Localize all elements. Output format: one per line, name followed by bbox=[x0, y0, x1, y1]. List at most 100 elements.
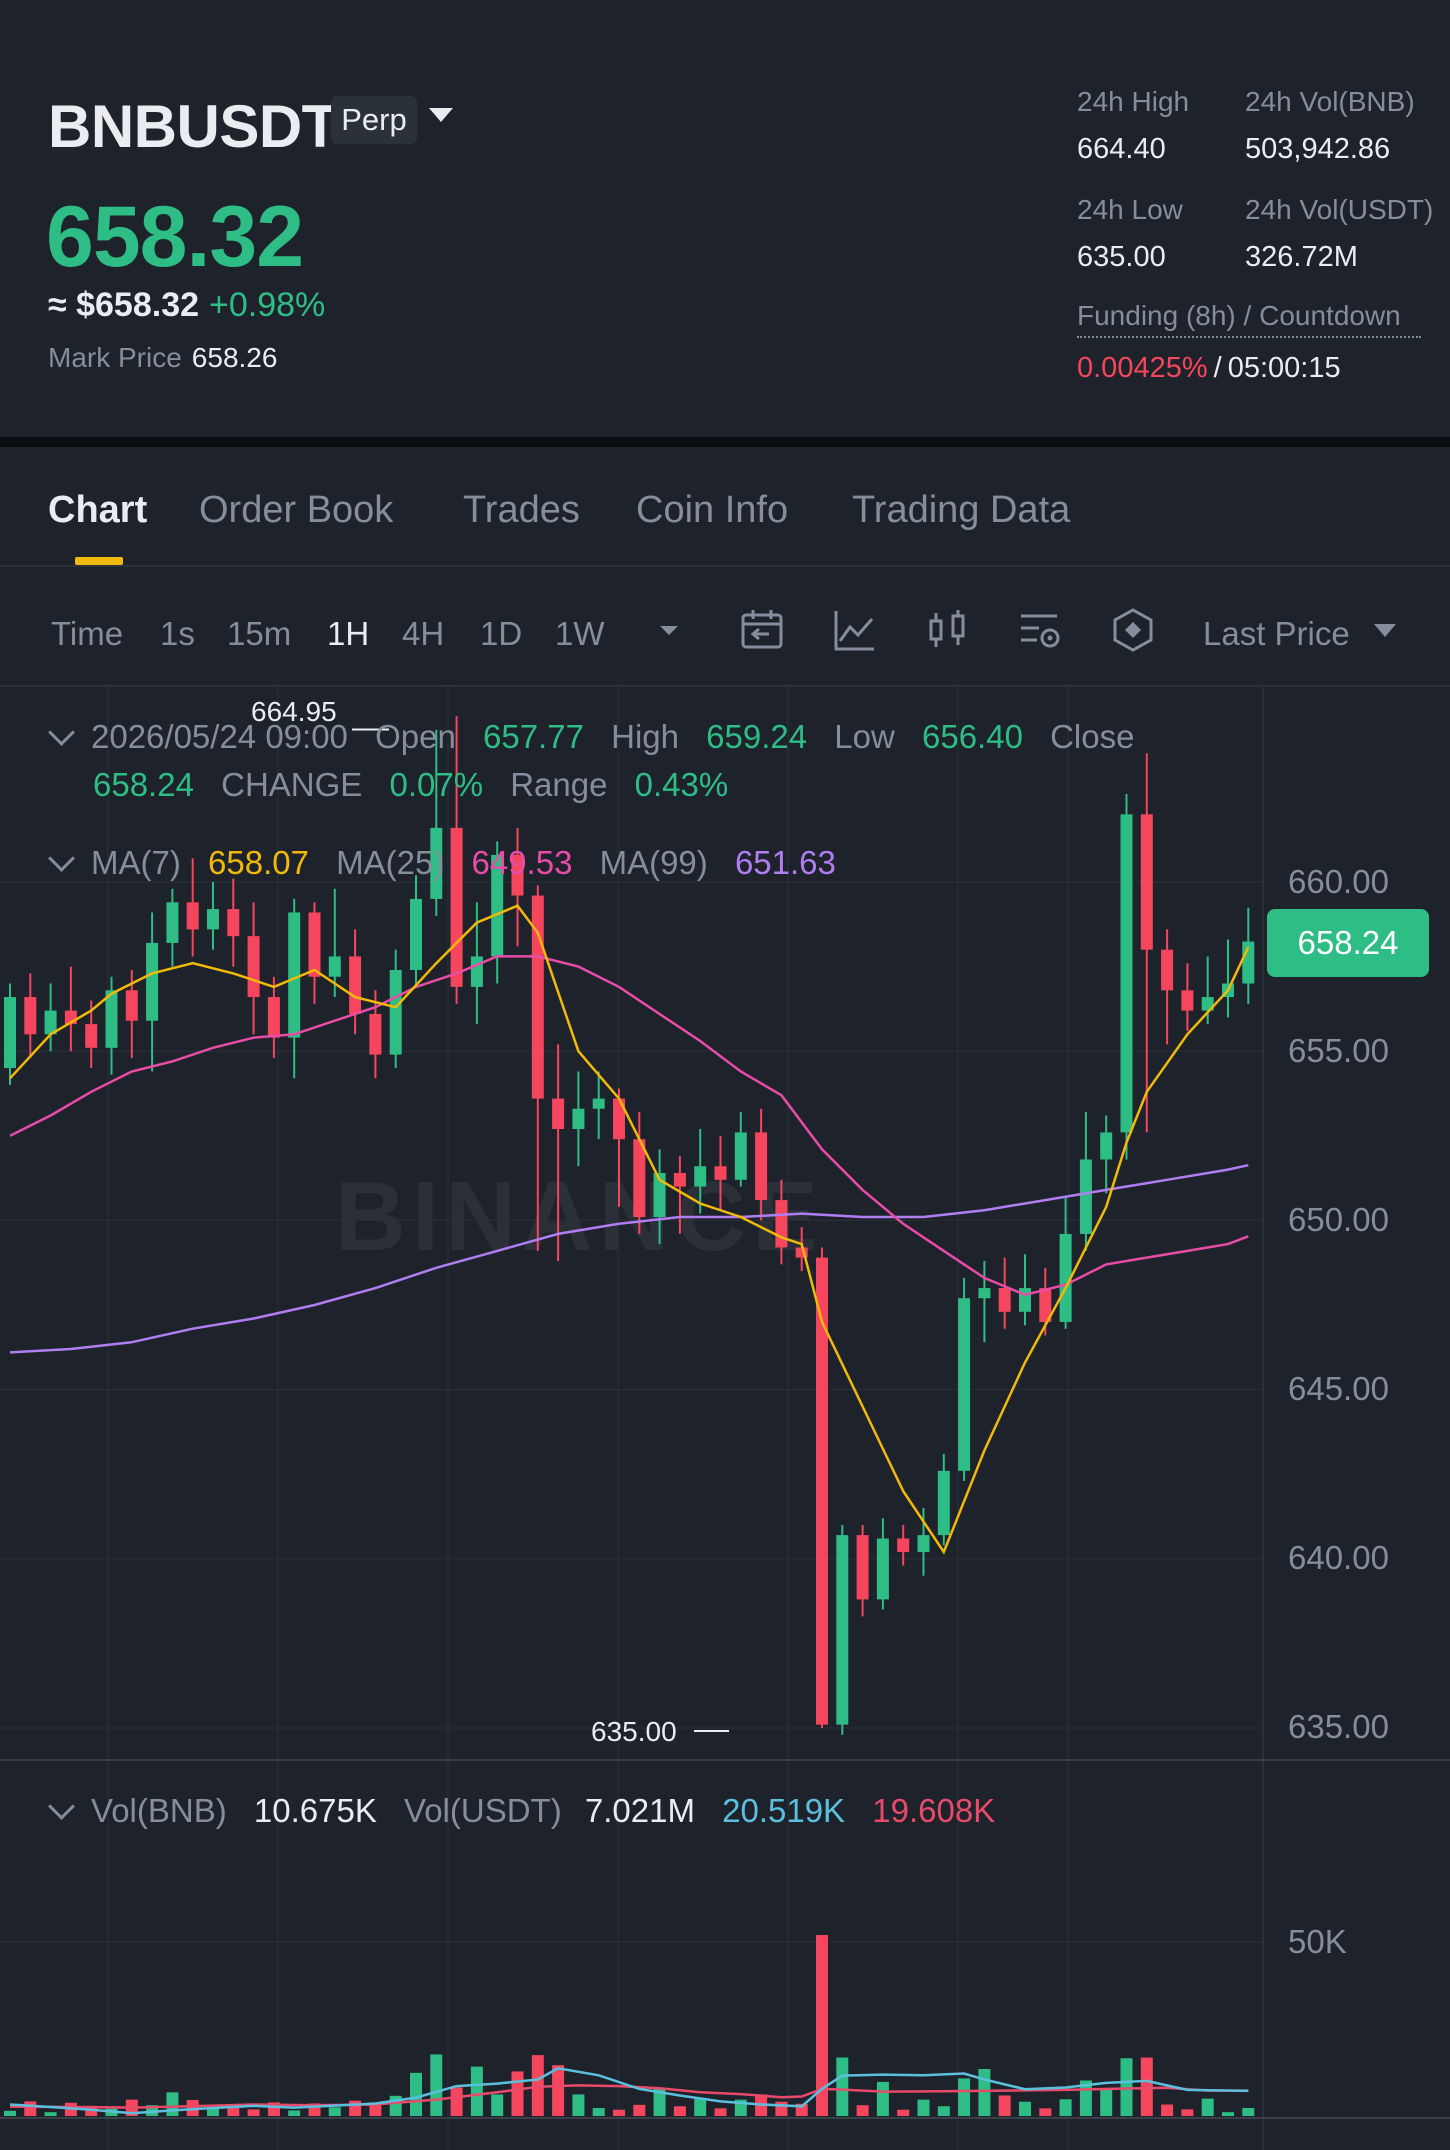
price-axis-tick: 660.00 bbox=[1288, 863, 1389, 900]
candle-body bbox=[1120, 814, 1133, 1133]
chart-high-label: 664.95 bbox=[251, 696, 337, 727]
depth-icon[interactable] bbox=[1110, 607, 1156, 653]
candle-body bbox=[328, 956, 341, 977]
candle-body bbox=[734, 1132, 747, 1180]
volume-bar bbox=[247, 2109, 260, 2116]
chart-toolbar: Time 1s 15m 1H 4H 1D 1W Last Price bbox=[0, 567, 1450, 687]
timeframe-4h[interactable]: 4H bbox=[402, 615, 444, 653]
ma7-label: MA(7) bbox=[91, 844, 181, 881]
candle-body bbox=[146, 942, 159, 1021]
candle-type-icon[interactable] bbox=[924, 607, 970, 653]
candle-body bbox=[85, 1024, 98, 1048]
candlestick-chart[interactable] bbox=[0, 687, 1450, 2150]
high-24h-value: 664.40 bbox=[1077, 133, 1166, 165]
candle-body bbox=[755, 1132, 768, 1201]
funding-countdown: 05:00:15 bbox=[1227, 352, 1341, 384]
funding-rate: 0.00425% bbox=[1077, 352, 1208, 384]
volume-bar bbox=[1140, 2057, 1153, 2116]
price-type-dropdown-icon[interactable] bbox=[1374, 624, 1396, 637]
volume-bar bbox=[349, 2100, 362, 2116]
usd-price-row: ≈ $658.32 +0.98% bbox=[48, 286, 325, 325]
candle-body bbox=[572, 1108, 585, 1130]
collapse-chevron-icon[interactable] bbox=[48, 845, 75, 872]
volume-bar bbox=[1059, 2099, 1072, 2116]
tab-coin-info[interactable]: Coin Info bbox=[636, 489, 788, 532]
candle-body bbox=[389, 969, 402, 1055]
timeframe-1s[interactable]: 1s bbox=[160, 615, 195, 653]
vol-bnb-value: 10.675K bbox=[253, 1792, 377, 1829]
mark-price-label: Mark Price bbox=[48, 342, 182, 373]
volume-bar bbox=[552, 2065, 565, 2116]
candle-body bbox=[694, 1166, 707, 1187]
candle-body bbox=[552, 1098, 565, 1130]
tab-trading-data[interactable]: Trading Data bbox=[852, 489, 1070, 532]
volume-bar bbox=[856, 2105, 869, 2116]
candle-body bbox=[775, 1200, 788, 1248]
candle-body bbox=[349, 956, 362, 1014]
tab-chart[interactable]: Chart bbox=[48, 489, 147, 532]
candle-body bbox=[714, 1166, 727, 1180]
settings-icon[interactable] bbox=[1017, 607, 1063, 653]
funding-row: 0.00425%/05:00:15 bbox=[1077, 352, 1341, 385]
tab-trades[interactable]: Trades bbox=[463, 489, 580, 532]
candle-body bbox=[816, 1257, 828, 1725]
volume-bar bbox=[714, 2108, 727, 2116]
high-value: 659.24 bbox=[706, 718, 808, 755]
vol-usdt-24h-value: 326.72M bbox=[1245, 241, 1358, 273]
volume-bar bbox=[1201, 2098, 1214, 2116]
active-tab-indicator bbox=[75, 557, 123, 565]
timeframe-time[interactable]: Time bbox=[51, 615, 123, 653]
more-timeframes-icon[interactable] bbox=[646, 607, 692, 653]
volume-bar bbox=[917, 2099, 930, 2116]
ma99-label: MA(99) bbox=[599, 844, 708, 881]
vol-usdt-24h-label: 24h Vol(USDT) bbox=[1245, 194, 1434, 225]
candle-body bbox=[836, 1535, 849, 1725]
volume-legend: Vol(BNB) 10.675K Vol(USDT) 7.021M 20.519… bbox=[48, 1792, 995, 1830]
volume-bar bbox=[1019, 2101, 1031, 2116]
volume-bar bbox=[450, 2087, 463, 2116]
candle-body bbox=[673, 1173, 686, 1187]
collapse-chevron-icon[interactable] bbox=[48, 1793, 75, 1820]
close-value: 658.24 bbox=[93, 766, 194, 803]
timeframe-1h[interactable]: 1H bbox=[327, 615, 369, 653]
volume-bar bbox=[430, 2054, 443, 2116]
high-label: High bbox=[611, 718, 679, 755]
volume-bar bbox=[937, 2106, 950, 2116]
candle-body bbox=[1161, 949, 1174, 991]
price-axis-tick: 655.00 bbox=[1288, 1032, 1389, 1069]
symbol-dropdown-icon[interactable] bbox=[429, 108, 453, 122]
candle-body bbox=[247, 936, 260, 998]
candle-body bbox=[1079, 1159, 1092, 1234]
price-axis-tick: 650.00 bbox=[1288, 1201, 1389, 1238]
volume-bar bbox=[410, 2072, 422, 2116]
low-label: Low bbox=[834, 718, 895, 755]
candle-body bbox=[897, 1538, 910, 1553]
ohlc-legend-row2: 658.24 CHANGE 0.07% Range 0.43% bbox=[93, 766, 728, 804]
calendar-icon[interactable] bbox=[739, 607, 785, 653]
indicator-icon[interactable] bbox=[832, 607, 878, 653]
ma-legend: MA(7) 658.07 MA(25) 649.53 MA(99) 651.63 bbox=[48, 844, 836, 882]
volume-bar bbox=[24, 2101, 37, 2116]
symbol-name[interactable]: BNBUSDT bbox=[48, 92, 338, 161]
candle-body bbox=[410, 898, 422, 970]
usd-price: ≈ $658.32 bbox=[48, 286, 200, 324]
volume-bar bbox=[572, 2094, 585, 2116]
high-24h-label: 24h High bbox=[1077, 86, 1190, 117]
ticker-header: BNBUSDT Perp 658.32 ≈ $658.32 +0.98% Mark… bbox=[0, 0, 1450, 437]
volume-bar bbox=[836, 2057, 849, 2116]
funding-label[interactable]: Funding (8h) / Countdown bbox=[1077, 300, 1421, 338]
candle-body bbox=[288, 912, 301, 1038]
collapse-chevron-icon[interactable] bbox=[48, 719, 75, 746]
volume-bar bbox=[1100, 2089, 1113, 2116]
timeframe-1d[interactable]: 1D bbox=[480, 615, 522, 653]
volume-bar bbox=[1161, 2104, 1174, 2116]
tab-order-book[interactable]: Order Book bbox=[199, 489, 393, 532]
change-percent: +0.98% bbox=[209, 286, 326, 324]
close-label: Close bbox=[1050, 718, 1135, 755]
ma7-line bbox=[9, 904, 1250, 1555]
timeframe-1w[interactable]: 1W bbox=[555, 615, 605, 653]
timeframe-15m[interactable]: 15m bbox=[227, 615, 291, 653]
candle-body bbox=[917, 1535, 930, 1553]
price-type-select[interactable]: Last Price bbox=[1203, 615, 1350, 653]
volume-axis-tick: 50K bbox=[1288, 1923, 1347, 1960]
